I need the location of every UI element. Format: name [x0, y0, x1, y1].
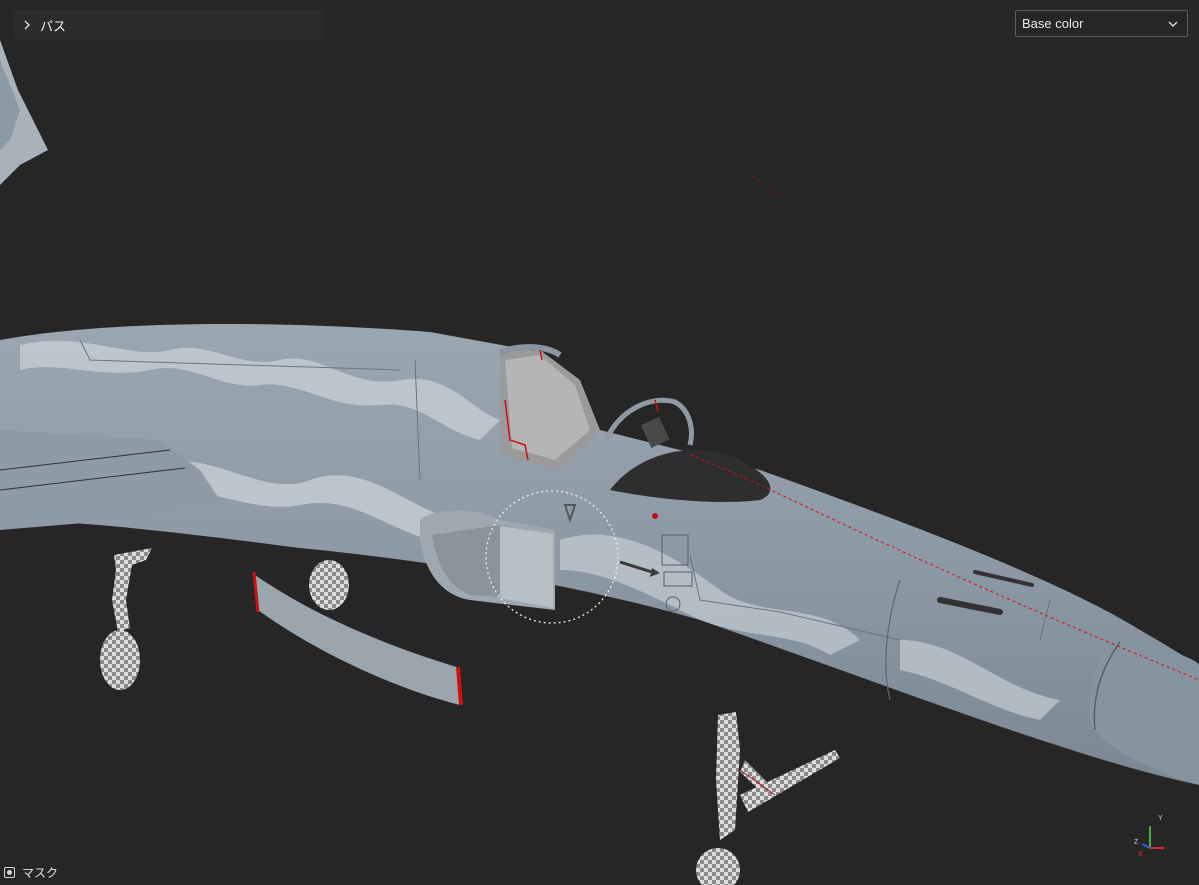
- y-axis-label: Y: [1158, 815, 1163, 822]
- axis-gizmo: Y Z X: [1134, 815, 1164, 858]
- mask-label: マスク: [22, 865, 59, 880]
- chevron-right-icon: [24, 20, 30, 30]
- z-axis-label: Z: [1134, 839, 1139, 846]
- mask-toggle-icon: [4, 866, 15, 878]
- chevron-down-icon: [1168, 21, 1178, 27]
- wheel: [309, 560, 349, 610]
- mask-toggle[interactable]: マスク: [4, 862, 58, 882]
- aircraft-model: [0, 40, 1199, 885]
- 3d-viewport[interactable]: [0, 0, 1199, 885]
- landing-gear-left: [100, 548, 152, 690]
- nose-cone: [1089, 640, 1199, 785]
- view-mode-dropdown[interactable]: Base color: [1015, 10, 1188, 37]
- path-panel-header[interactable]: パス: [14, 10, 324, 40]
- x-axis-label: X: [1138, 851, 1143, 858]
- view-mode-value: Base color: [1022, 16, 1084, 31]
- path-panel-label: パス: [40, 18, 67, 34]
- z-axis-line: [1141, 843, 1151, 849]
- loose-panel: [255, 575, 460, 705]
- nose-gear: [696, 712, 840, 885]
